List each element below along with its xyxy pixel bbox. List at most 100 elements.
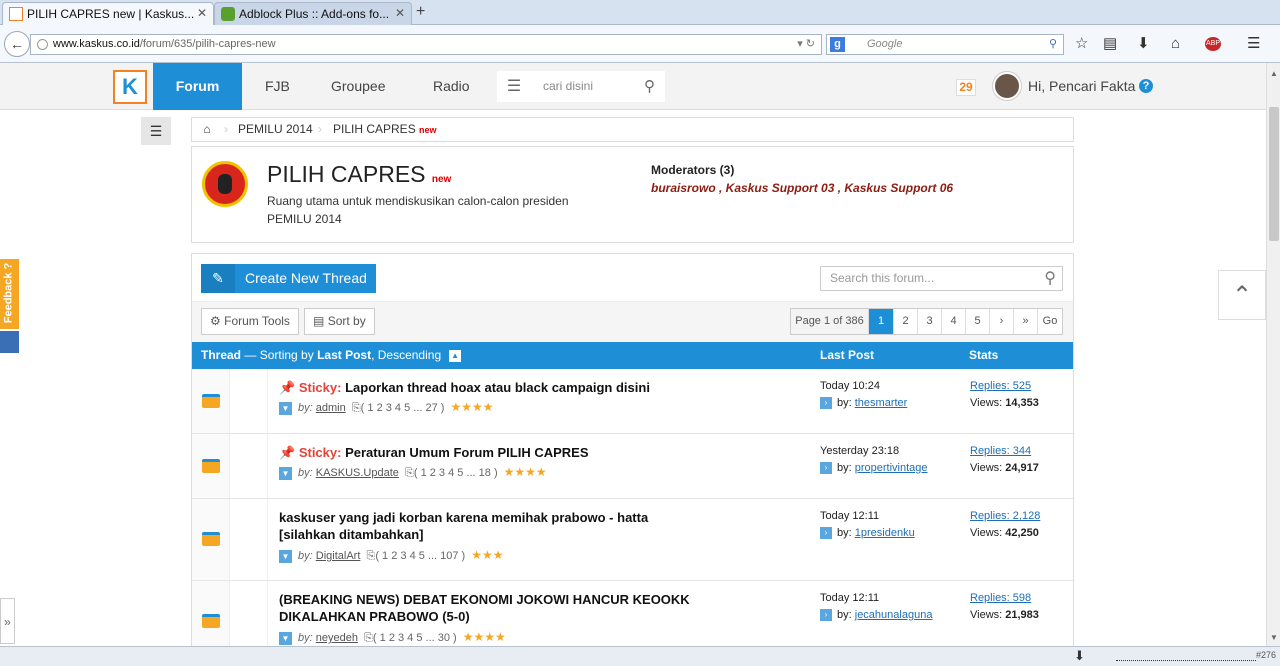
sort-toggle-icon[interactable]: ▲ <box>449 349 462 362</box>
notification-count-badge[interactable]: 29 <box>956 79 976 96</box>
google-icon: g <box>830 37 845 52</box>
search-icon[interactable]: ⚲ <box>1049 35 1057 54</box>
scroll-down-icon[interactable]: ▼ <box>1270 633 1278 642</box>
expand-icon[interactable]: ▼ <box>279 549 292 563</box>
last-post-user[interactable]: thesmarter <box>855 397 908 409</box>
reload-icon[interactable]: ▾ ↻ <box>797 35 815 54</box>
search-icon[interactable]: ⚲ <box>644 71 655 102</box>
side-menu-toggle[interactable]: ☰ <box>141 117 171 145</box>
user-avatar[interactable] <box>993 72 1021 100</box>
expand-icon[interactable]: ▼ <box>279 631 292 645</box>
site-search-input[interactable]: cari disini ⚲ <box>531 71 665 102</box>
hamburger-menu-icon[interactable]: ☰ <box>1247 35 1260 53</box>
page-info: Page 1 of 386 <box>791 309 869 334</box>
forum-tools-button[interactable]: ⚙ Forum Tools <box>201 308 299 335</box>
browser-tab-adblock[interactable]: Adblock Plus :: Add-ons fo... ✕ <box>214 2 412 25</box>
page-scrollbar[interactable]: ▲ ▼ <box>1266 63 1280 646</box>
page-2[interactable]: 2 <box>894 309 918 334</box>
new-tag: new <box>419 125 437 135</box>
create-thread-button[interactable]: ✎ Create New Thread <box>201 264 376 293</box>
sort-field[interactable]: Last Post <box>317 348 371 362</box>
last-post-info: Today 12:11 › by: jecahunalaguna <box>820 590 932 624</box>
home-icon[interactable]: ⌂ <box>1171 35 1180 53</box>
thread-pages[interactable]: 1 2 3 4 5 ... 107 <box>382 550 458 562</box>
nav-radio[interactable]: Radio <box>433 63 470 110</box>
new-tag: new <box>431 174 452 185</box>
back-button[interactable]: ← <box>4 31 30 57</box>
thread-icon-cell <box>192 434 230 498</box>
help-icon[interactable]: ? <box>1139 79 1153 93</box>
next-page-icon[interactable]: › <box>990 309 1014 334</box>
nav-fjb[interactable]: FJB <box>265 63 290 110</box>
search-icon[interactable]: ⚲ <box>1044 267 1056 290</box>
close-tab-icon[interactable]: ✕ <box>395 6 405 20</box>
last-post-user[interactable]: jecahunalaguna <box>855 609 933 621</box>
sticky-text: Sticky: <box>298 445 342 460</box>
forum-search-input[interactable]: Search this forum... ⚲ <box>820 266 1063 291</box>
last-post-user[interactable]: propertivintage <box>855 462 928 474</box>
page-5[interactable]: 5 <box>966 309 990 334</box>
thread-title[interactable]: 📌 Sticky: Laporkan thread hoax atau blac… <box>279 379 699 396</box>
page-4[interactable]: 4 <box>942 309 966 334</box>
nav-groupee[interactable]: Groupee <box>331 63 385 110</box>
go-button[interactable]: Go <box>1038 309 1062 334</box>
thread-list: ✎ Create New Thread Search this forum...… <box>191 253 1074 653</box>
goto-last-post-icon[interactable]: › <box>820 527 832 540</box>
browser-tab-kaskus[interactable]: PILIH CAPRES new | Kaskus... ✕ <box>2 2 214 25</box>
menu-icon[interactable]: ☰ <box>497 71 531 102</box>
kaskus-logo[interactable]: K <box>113 70 147 104</box>
thread-row: 📌 Sticky: Laporkan thread hoax atau blac… <box>192 369 1073 434</box>
scroll-up-icon[interactable]: ▲ <box>1270 69 1278 78</box>
browser-search-box[interactable]: g Google ⚲ <box>826 34 1064 55</box>
last-post-column-header[interactable]: Last Post <box>820 342 874 369</box>
replies-link[interactable]: Replies: 2,128 <box>970 510 1040 522</box>
thread-pages[interactable]: 1 2 3 4 5 ... 30 <box>380 632 450 644</box>
rating-stars: ★★★ <box>471 548 504 562</box>
thread-pages[interactable]: 1 2 3 4 5 ... 18 <box>421 467 491 479</box>
expand-panel-icon[interactable]: » <box>0 598 15 644</box>
goto-last-post-icon[interactable]: › <box>820 462 832 475</box>
bookmark-star-icon[interactable]: ☆ <box>1075 35 1088 53</box>
close-tab-icon[interactable]: ✕ <box>197 6 207 20</box>
replies-link[interactable]: Replies: 344 <box>970 445 1031 457</box>
thread-title[interactable]: kaskuser yang jadi korban karena memihak… <box>279 509 699 543</box>
thread-author[interactable]: DigitalArt <box>316 550 361 562</box>
thread-prefix-cell <box>230 581 268 652</box>
replies-link[interactable]: Replies: 598 <box>970 592 1031 604</box>
gear-icon: ⚙ <box>210 314 221 328</box>
goto-last-post-icon[interactable]: › <box>820 609 832 622</box>
expand-icon[interactable]: ▼ <box>279 466 292 480</box>
scroll-to-top-button[interactable]: ⌃ <box>1218 270 1266 320</box>
page-1[interactable]: 1 <box>869 309 894 334</box>
thread-icon-cell <box>192 499 230 580</box>
download-icon[interactable]: ⬇ <box>1074 648 1085 664</box>
thread-author[interactable]: neyedeh <box>316 632 358 644</box>
home-icon[interactable]: ⌂ <box>192 118 222 141</box>
replies-link[interactable]: Replies: 525 <box>970 380 1031 392</box>
thread-author[interactable]: admin <box>316 402 346 414</box>
download-icon[interactable]: ⬇ <box>1137 35 1150 53</box>
thread-title[interactable]: 📌 Sticky: Peraturan Umum Forum PILIH CAP… <box>279 444 699 461</box>
breadcrumb-pemilu[interactable]: PEMILU 2014 <box>238 118 313 141</box>
thread-pages[interactable]: 1 2 3 4 5 ... 27 <box>367 402 437 414</box>
thread-author[interactable]: KASKUS.Update <box>316 467 399 479</box>
url-bar[interactable]: www.kaskus.co.id/forum/635/pilih-capres-… <box>30 34 822 55</box>
last-page-icon[interactable]: » <box>1014 309 1038 334</box>
last-post-user[interactable]: 1presidenku <box>855 527 915 539</box>
user-greeting[interactable]: Hi, Pencari Fakta <box>1028 63 1135 110</box>
thread-title[interactable]: (BREAKING NEWS) DEBAT EKONOMI JOKOWI HAN… <box>279 591 699 625</box>
sort-by-button[interactable]: ▤ Sort by <box>304 308 375 335</box>
feedback-tab[interactable]: Feedback ? <box>0 259 19 329</box>
moderators-list[interactable]: buraisrowo , Kaskus Support 03 , Kaskus … <box>651 181 953 195</box>
scrollbar-thumb[interactable] <box>1269 107 1279 241</box>
new-tab-button[interactable]: + <box>416 3 425 21</box>
stats-column-header[interactable]: Stats <box>969 342 998 369</box>
page-3[interactable]: 3 <box>918 309 942 334</box>
feedback-icon[interactable] <box>0 331 19 353</box>
forum-info-panel: PILIH CAPRES new Ruang utama untuk mendi… <box>191 146 1074 243</box>
nav-forum[interactable]: Forum <box>153 63 242 110</box>
goto-last-post-icon[interactable]: › <box>820 397 832 410</box>
adblock-icon[interactable]: ABP <box>1205 37 1221 51</box>
reading-list-icon[interactable]: ▤ <box>1103 35 1117 53</box>
expand-icon[interactable]: ▼ <box>279 401 292 415</box>
